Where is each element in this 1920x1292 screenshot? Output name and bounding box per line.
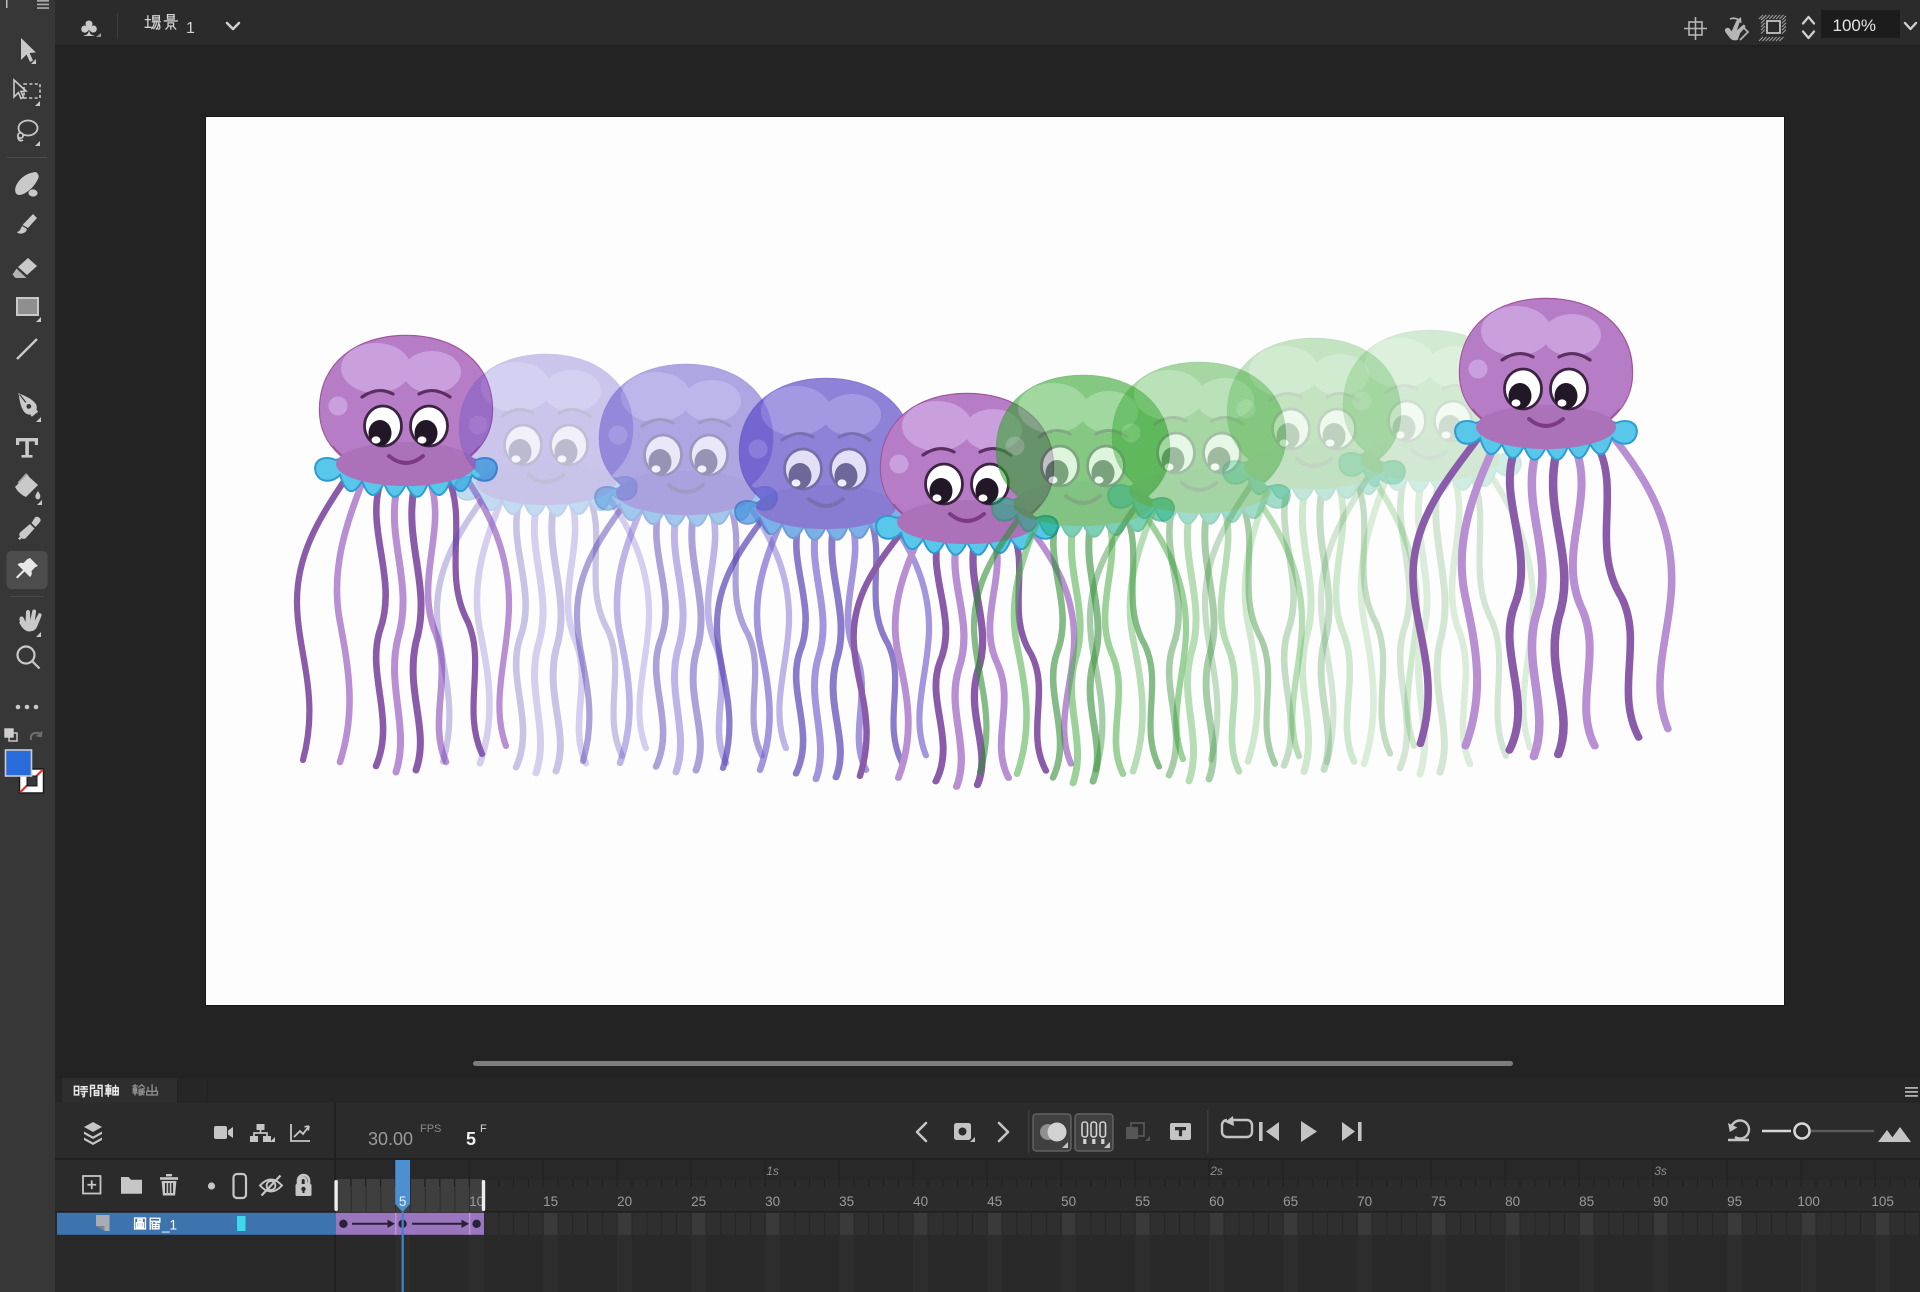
- svg-text:80: 80: [1505, 1194, 1520, 1209]
- svg-text:60: 60: [1209, 1194, 1224, 1209]
- svg-text:65: 65: [1283, 1194, 1298, 1209]
- svg-text:_1: _1: [161, 1218, 177, 1233]
- svg-text:95: 95: [1727, 1194, 1742, 1209]
- svg-text:100%: 100%: [1833, 16, 1876, 35]
- svg-text:25: 25: [691, 1194, 706, 1209]
- svg-text:♣: ♣: [80, 12, 97, 42]
- svg-text:70: 70: [1357, 1194, 1372, 1209]
- svg-text:20: 20: [617, 1194, 632, 1209]
- svg-text:2s: 2s: [1209, 1164, 1223, 1178]
- svg-text:50: 50: [1061, 1194, 1076, 1209]
- svg-text:35: 35: [839, 1194, 854, 1209]
- svg-text:75: 75: [1431, 1194, 1446, 1209]
- svg-text:1s: 1s: [766, 1164, 779, 1178]
- svg-text:15: 15: [543, 1194, 558, 1209]
- svg-text:F: F: [480, 1123, 487, 1135]
- svg-text:85: 85: [1579, 1194, 1594, 1209]
- svg-text:55: 55: [1135, 1194, 1150, 1209]
- svg-text:90: 90: [1653, 1194, 1668, 1209]
- svg-text:30.00: 30.00: [368, 1129, 413, 1149]
- svg-text:5: 5: [399, 1194, 407, 1209]
- svg-text:1: 1: [186, 20, 195, 37]
- svg-text:45: 45: [987, 1194, 1002, 1209]
- svg-text:30: 30: [765, 1194, 780, 1209]
- svg-text:40: 40: [913, 1194, 928, 1209]
- svg-text:FPS: FPS: [420, 1123, 441, 1135]
- svg-text:100: 100: [1797, 1194, 1820, 1209]
- svg-text:105: 105: [1871, 1194, 1894, 1209]
- svg-text:5: 5: [466, 1129, 476, 1149]
- svg-text:3s: 3s: [1654, 1164, 1667, 1178]
